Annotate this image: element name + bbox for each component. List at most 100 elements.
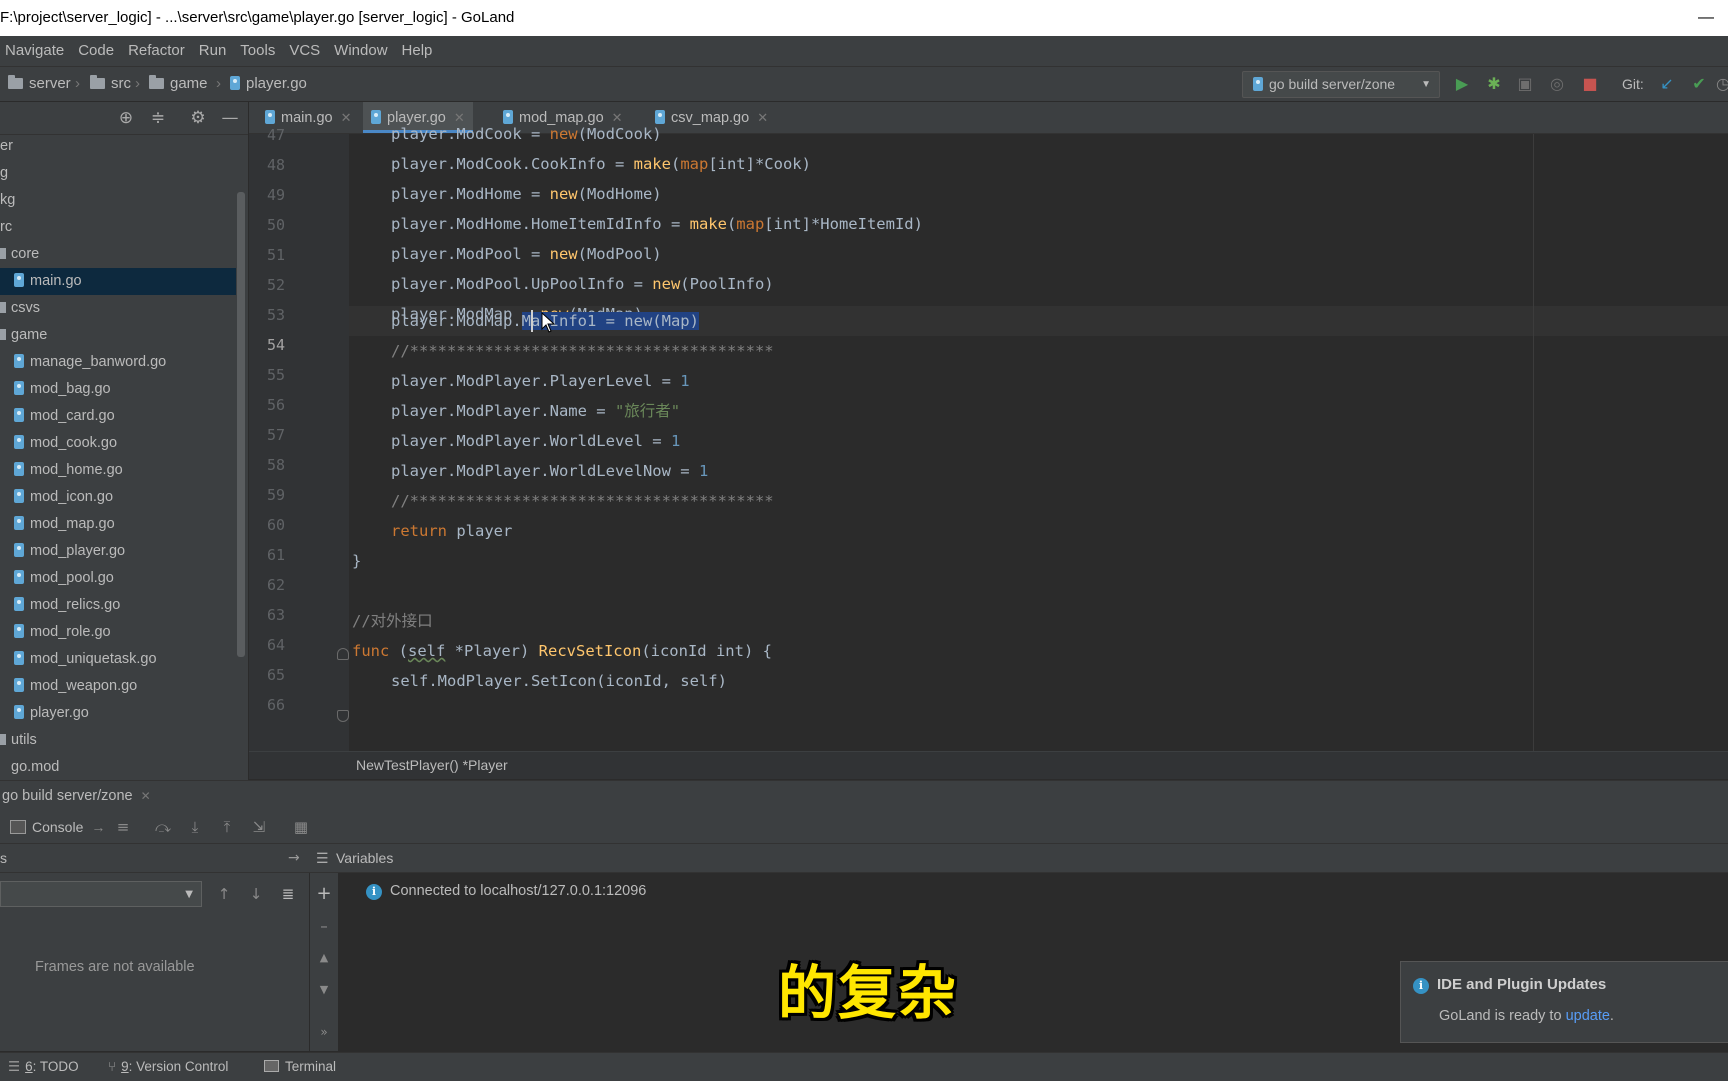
breadcrumb-server[interactable]: server (8, 67, 71, 101)
menu-window[interactable]: Window (329, 36, 396, 66)
tree-file[interactable]: mod_player.go (0, 538, 236, 565)
console-tab[interactable]: Console → (10, 811, 105, 843)
tab-csv-map-go[interactable]: csv_map.go ✕ (647, 102, 776, 133)
folder-icon (8, 75, 23, 89)
line-number: 60 (266, 516, 285, 534)
arrow-up-icon[interactable]: ↑ (215, 885, 233, 903)
menu-refactor[interactable]: Refactor (123, 36, 194, 66)
run-to-cursor-icon[interactable]: ⇲ (250, 818, 268, 836)
tree-file[interactable]: mod_role.go (0, 619, 236, 646)
menu-run[interactable]: Run (194, 36, 236, 66)
update-notification[interactable]: i IDE and Plugin Updates GoLand is ready … (1400, 961, 1728, 1043)
close-icon[interactable]: ✕ (141, 789, 151, 803)
tree-file[interactable]: mod_card.go (0, 403, 236, 430)
update-link[interactable]: update (1566, 1008, 1610, 1024)
fold-icon[interactable] (337, 710, 349, 722)
menu-vcs[interactable]: VCS (284, 36, 329, 66)
terminal-tool-button[interactable]: Terminal (264, 1053, 336, 1081)
tree-file[interactable]: mod_home.go (0, 457, 236, 484)
profile-icon[interactable]: ◎ (1548, 75, 1566, 93)
minimize-button[interactable]: — (1698, 0, 1714, 36)
tree-file-main-go[interactable]: main.go (0, 268, 236, 295)
run-configuration-select[interactable]: go build server/zone ▼ (1242, 71, 1440, 98)
todo-tool-button[interactable]: ☰ 6: TODO (8, 1053, 79, 1081)
pin-icon[interactable]: → (288, 844, 300, 872)
add-icon[interactable]: + (315, 885, 333, 903)
code-area[interactable]: player.ModCook = new(ModCook) player.Mod… (349, 125, 1728, 778)
go-file-icon (14, 516, 24, 530)
hide-icon[interactable]: — (220, 108, 240, 128)
git-update-icon[interactable]: ↙ (1658, 75, 1676, 93)
close-icon[interactable]: ✕ (341, 110, 352, 125)
arrow-down-icon[interactable]: ↓ (247, 885, 265, 903)
tree-file[interactable]: mod_icon.go (0, 484, 236, 511)
fold-icon[interactable] (337, 648, 349, 660)
tree-item[interactable]: kg (0, 187, 236, 214)
go-file-icon (14, 435, 24, 449)
collapse-all-icon[interactable]: ≑ (148, 108, 168, 128)
tree-file[interactable]: go.mod (0, 754, 236, 781)
tree-file[interactable]: manage_banword.go (0, 349, 236, 376)
tree-file[interactable]: mod_weapon.go (0, 673, 236, 700)
project-scrollbar[interactable] (237, 192, 245, 657)
tree-item[interactable]: er (0, 133, 236, 160)
step-over-icon[interactable]: ⤼ (154, 818, 172, 836)
tree-file[interactable]: mod_cook.go (0, 430, 236, 457)
debug-session-tab[interactable]: go build server/zone ✕ (2, 781, 151, 811)
more-icon[interactable]: » (315, 1023, 333, 1041)
tree-folder-utils[interactable]: utils (0, 727, 236, 754)
git-commit-icon[interactable]: ✔ (1690, 75, 1708, 93)
editor-breadcrumb[interactable]: NewTestPlayer() *Player (356, 752, 508, 779)
tree-folder-game[interactable]: game (0, 322, 236, 349)
tree-folder-csvs[interactable]: csvs (0, 295, 236, 322)
thread-select[interactable]: ▼ (0, 881, 202, 907)
code-line: player.ModPool.UpPoolInfo = new(PoolInfo… (391, 275, 774, 293)
tree-file[interactable]: mod_relics.go (0, 592, 236, 619)
go-file-icon (14, 705, 24, 719)
git-history-icon[interactable]: ◷ (1716, 75, 1728, 93)
code-line: player.ModPlayer.Name = "旅行者" (391, 402, 681, 420)
folder-icon (0, 734, 6, 745)
project-panel: ⊕ ≑ ⚙ — er g kg rc core main.go csvs gam… (0, 102, 249, 780)
tree-item[interactable]: rc (0, 214, 236, 241)
go-file-icon (14, 273, 24, 287)
gear-icon[interactable]: ⚙ (188, 108, 208, 128)
breadcrumb-src[interactable]: src (90, 67, 131, 101)
tree-file[interactable]: mod_map.go (0, 511, 236, 538)
move-up-icon[interactable]: ▲ (315, 949, 333, 967)
menu-tools[interactable]: Tools (235, 36, 284, 66)
tree-file[interactable]: mod_uniquetask.go (0, 646, 236, 673)
debug-icon[interactable]: ✱ (1485, 75, 1503, 93)
tree-file[interactable]: mod_bag.go (0, 376, 236, 403)
go-file-icon (14, 651, 24, 665)
coverage-icon[interactable]: ▣ (1516, 75, 1534, 93)
run-icon[interactable]: ▶ (1453, 75, 1471, 93)
code-line: } (352, 552, 362, 570)
filter-icon[interactable]: ≣ (279, 885, 297, 903)
locate-icon[interactable]: ⊕ (116, 108, 136, 128)
move-down-icon[interactable]: ▼ (315, 981, 333, 999)
line-number: 64 (266, 636, 285, 654)
breadcrumb-game[interactable]: game (149, 67, 208, 101)
tree-file[interactable]: mod_pool.go (0, 565, 236, 592)
tree-item[interactable]: g (0, 160, 236, 187)
tree-folder-core[interactable]: core (0, 241, 236, 268)
menu-help[interactable]: Help (397, 36, 442, 66)
menu-code[interactable]: Code (73, 36, 123, 66)
evaluate-icon[interactable]: ▦ (292, 818, 310, 836)
stop-icon[interactable]: ■ (1581, 75, 1599, 93)
version-control-tool-button[interactable]: ⑂ 9: Version Control (108, 1053, 228, 1081)
remove-icon[interactable]: – (315, 917, 333, 935)
code-line: return player (391, 522, 513, 540)
restore-layout-icon[interactable]: → (91, 819, 105, 835)
menu-icon[interactable]: ≡ (114, 818, 132, 836)
menu-navigate[interactable]: Navigate (0, 36, 73, 66)
line-number: 62 (266, 576, 285, 594)
tree-file[interactable]: player.go (0, 700, 236, 727)
close-icon[interactable]: ✕ (757, 110, 768, 125)
step-into-icon[interactable]: ⤓ (186, 818, 204, 836)
breadcrumb-player-go[interactable]: player.go (230, 67, 307, 101)
notification-title-row: i IDE and Plugin Updates (1413, 976, 1606, 994)
info-icon: i (1413, 978, 1429, 994)
step-out-icon[interactable]: ⤒ (218, 818, 236, 836)
